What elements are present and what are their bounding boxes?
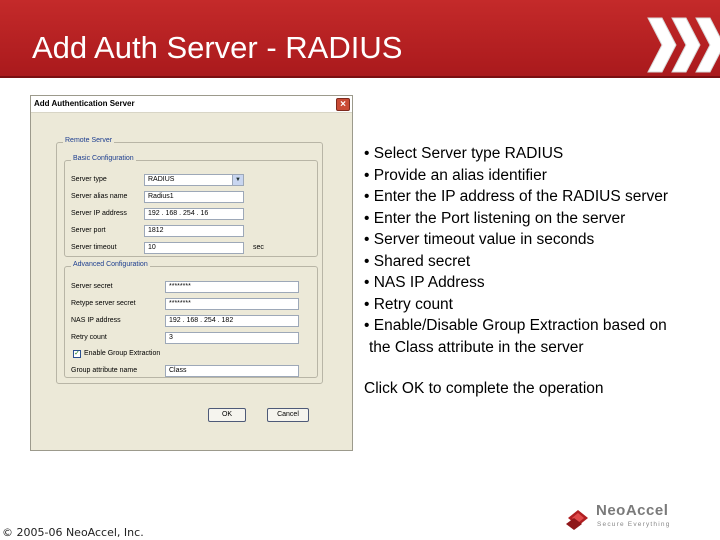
chevrons-icon (647, 17, 720, 73)
list-item: • Enter the Port listening on the server (364, 209, 626, 227)
ip-input[interactable]: 192 . 168 . 254 . 16 (144, 208, 244, 220)
list-item-continuation: the Class attribute in the server (369, 338, 584, 356)
chevron-down-icon[interactable]: ▼ (232, 175, 243, 185)
advanced-config-legend: Advanced Configuration (71, 261, 150, 268)
instruction-list: • Select Server type RADIUS • Provide an… (364, 143, 720, 358)
list-item: • Server timeout value in seconds (364, 231, 595, 248)
group-attr-label: Group attribute name (71, 367, 138, 374)
nas-ip-input[interactable]: 192 . 168 . 254 . 182 (165, 315, 299, 327)
alias-label: Server alias name (71, 193, 128, 200)
enable-group-label: Enable Group Extraction (84, 350, 161, 357)
list-item: • Select Server type RADIUS (364, 145, 564, 162)
dialog-title: Add Authentication Server (34, 99, 135, 108)
ok-instruction: Click OK to complete the operation (364, 380, 604, 397)
group-attr-input[interactable]: Class (165, 365, 299, 377)
list-item: • Shared secret (364, 252, 471, 270)
copyright-text: © 2005-06 NeoAccel, Inc. (2, 526, 144, 539)
enable-group-checkbox[interactable]: ✓ (73, 350, 81, 358)
secret-input[interactable]: ******** (165, 281, 299, 293)
title-rule (0, 76, 720, 78)
retype-secret-input[interactable]: ******** (165, 298, 299, 310)
nas-ip-label: NAS IP address (71, 317, 121, 324)
port-label: Server port (71, 227, 106, 234)
cancel-button[interactable]: Cancel (267, 408, 309, 422)
add-auth-server-dialog: Add Authentication Server × Remote Serve… (30, 95, 353, 451)
server-type-value: RADIUS (148, 176, 175, 183)
server-type-dropdown[interactable]: RADIUS ▼ (144, 174, 244, 186)
neoaccel-logo: NeoAccel Secure Everything (564, 500, 714, 536)
list-item: • Provide an alias identifier (364, 166, 547, 184)
secret-label: Server secret (71, 283, 113, 290)
list-item: • Enter the IP address of the RADIUS ser… (364, 188, 669, 205)
logo-wordmark: NeoAccel (596, 502, 669, 519)
ok-button[interactable]: OK (208, 408, 246, 422)
timeout-label: Server timeout (71, 244, 117, 251)
logo-tagline: Secure Everything (597, 521, 671, 528)
retype-secret-label: Retype server secret (71, 300, 136, 307)
remote-server-legend: Remote Server (63, 137, 115, 144)
retry-input[interactable]: 3 (165, 332, 299, 344)
retry-label: Retry count (71, 334, 107, 341)
timeout-unit: sec (253, 244, 264, 251)
slide-title: Add Auth Server - RADIUS (32, 30, 403, 65)
ip-label: Server IP address (71, 210, 127, 217)
server-type-label: Server type (71, 176, 107, 183)
basic-config-legend: Basic Configuration (71, 155, 136, 162)
list-item: • Enable/Disable Group Extraction based … (364, 317, 667, 334)
list-item: • NAS IP Address (364, 274, 485, 291)
dialog-titlebar: Add Authentication Server × (31, 96, 352, 113)
list-item: • Retry count (364, 295, 453, 313)
close-icon[interactable]: × (336, 98, 350, 111)
logo-mark-icon (566, 510, 588, 530)
timeout-input[interactable]: 10 (144, 242, 244, 254)
title-band: Add Auth Server - RADIUS (0, 0, 720, 78)
alias-input[interactable]: Radius1 (144, 191, 244, 203)
port-input[interactable]: 1812 (144, 225, 244, 237)
